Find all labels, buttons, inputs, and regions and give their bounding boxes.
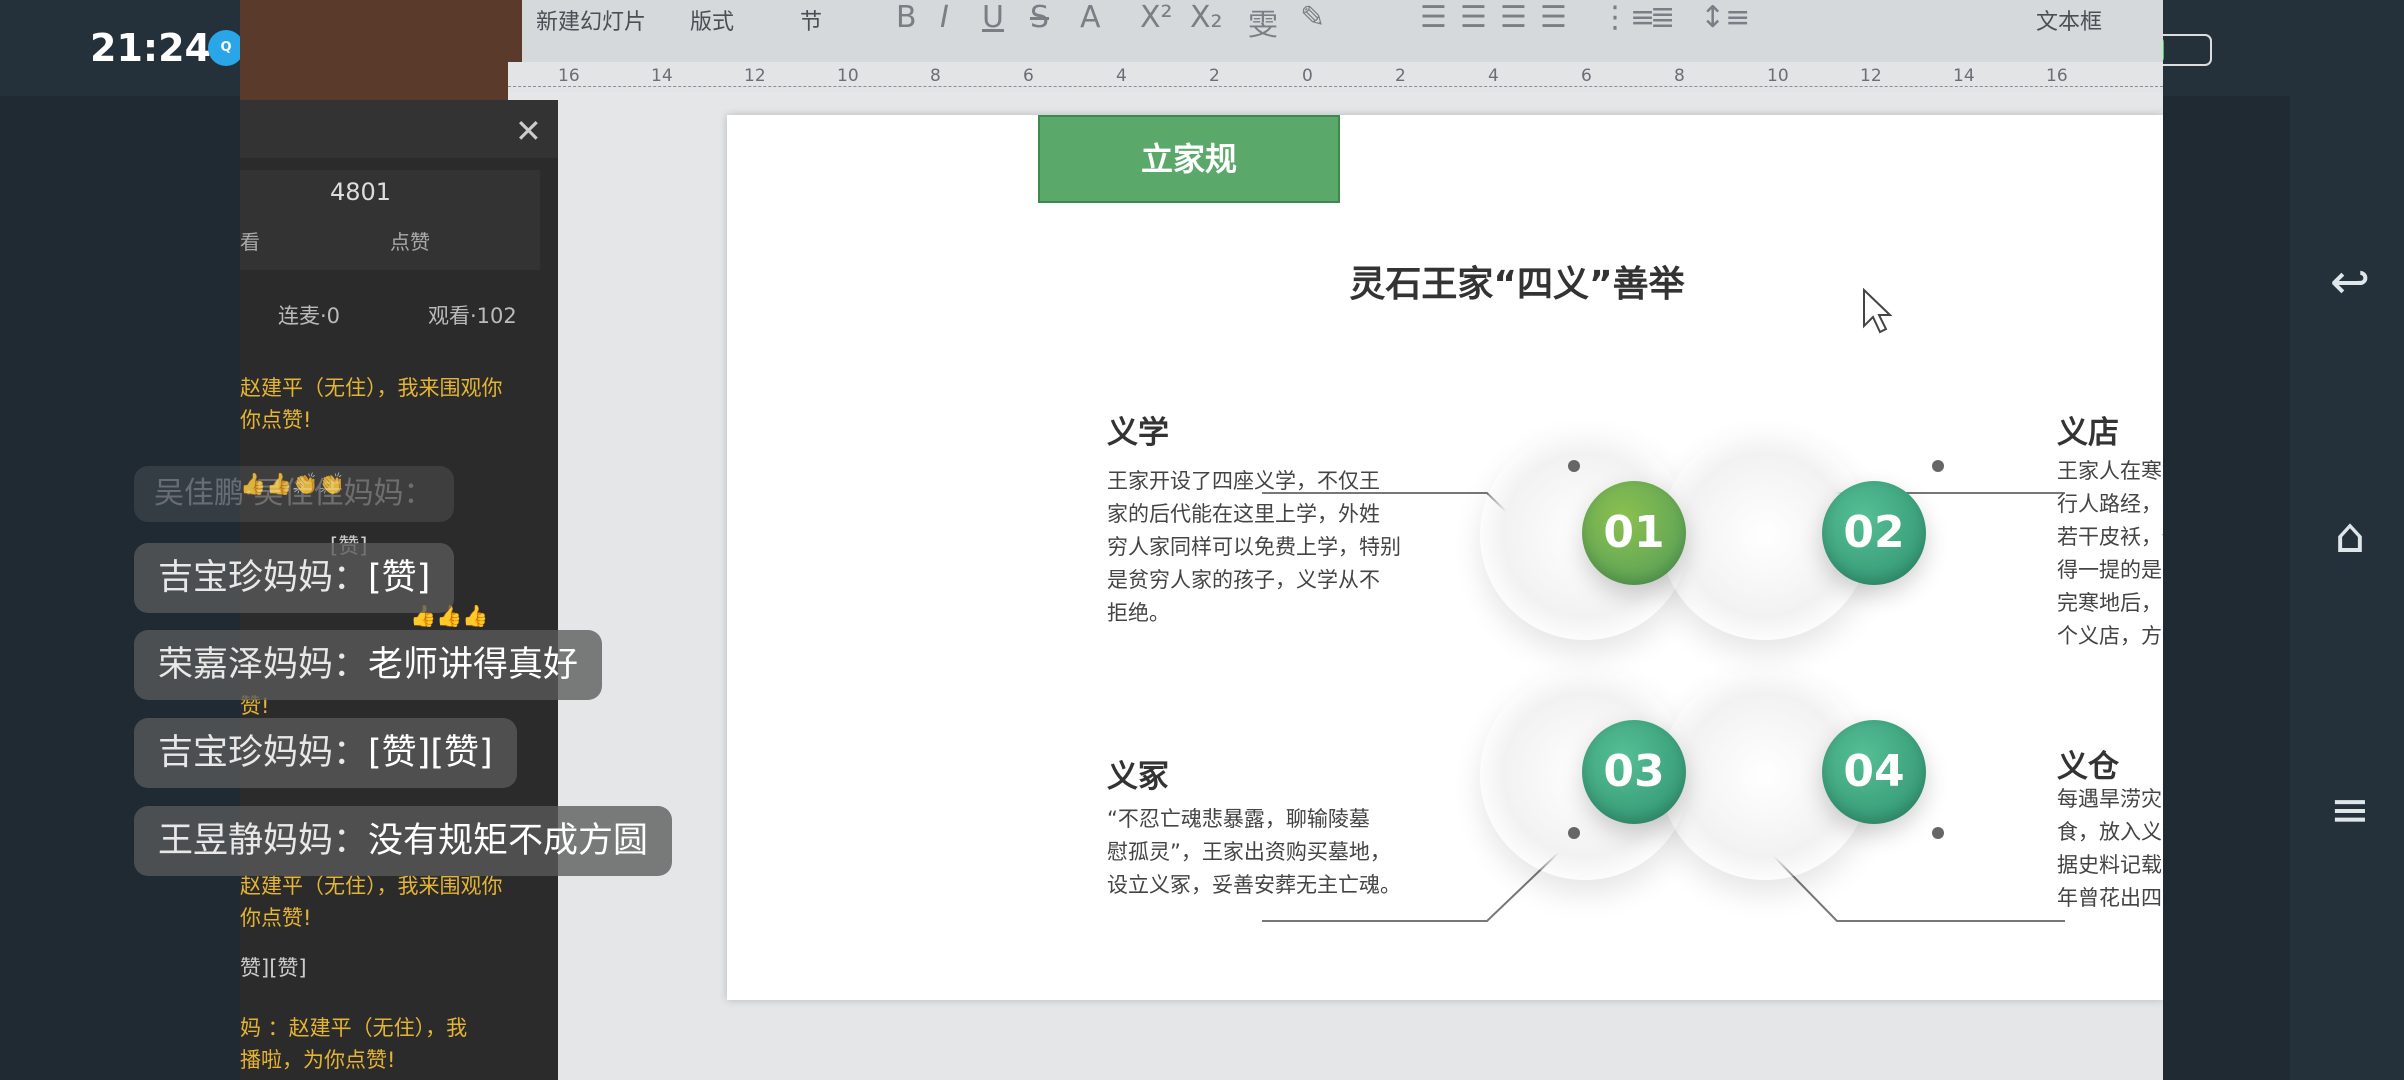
subscript-icon[interactable]: X₂ bbox=[1190, 0, 1223, 35]
likes-count: 4801 bbox=[330, 178, 392, 206]
numbered-list-icon[interactable]: ≣ bbox=[1650, 0, 1675, 35]
back-icon[interactable]: ↩ bbox=[2322, 254, 2378, 310]
align-right-icon[interactable]: ☰ bbox=[1500, 0, 1527, 35]
comment-text: 没有规矩不成方圆 bbox=[368, 821, 649, 861]
connector-dot bbox=[1568, 827, 1580, 839]
commenter-name: 王昱静妈妈： bbox=[158, 821, 369, 861]
textbox-button[interactable]: 文本框 bbox=[2036, 4, 2102, 36]
ruler-tick: 0 bbox=[1302, 66, 1313, 86]
ruler-tick: 10 bbox=[1767, 66, 1789, 86]
section-body-yixue: 王家开设了四座义学，不仅王 家的后代能在这里上学，外姓 穷人家同样可以免费上学，… bbox=[1107, 469, 1401, 625]
justify-icon[interactable]: ☰ bbox=[1540, 0, 1567, 35]
chat-message: 妈 ：赵建平（无住），我 播啦，为你点赞! bbox=[240, 1016, 468, 1072]
highlight-icon[interactable]: ✎ bbox=[1300, 0, 1325, 35]
phonetic-icon[interactable]: 雯 bbox=[1248, 0, 1278, 44]
ruler-tick: 12 bbox=[744, 66, 766, 86]
align-left-icon[interactable]: ☰ bbox=[1420, 0, 1447, 35]
line-spacing-icon[interactable]: ↕≡ bbox=[1700, 0, 1750, 35]
font-color-icon[interactable]: A bbox=[1080, 0, 1101, 35]
ruler-tick: 6 bbox=[1581, 66, 1592, 86]
menu-icon[interactable]: ≡ bbox=[2322, 782, 2378, 838]
qq-icon: Q bbox=[208, 30, 244, 66]
section-button[interactable]: 节 bbox=[800, 4, 822, 36]
ruler-tick: 14 bbox=[651, 66, 673, 86]
ruler-tick: 8 bbox=[930, 66, 941, 86]
section-heading-yicang: 义仓 bbox=[2057, 749, 2119, 785]
superscript-icon[interactable]: X² bbox=[1140, 0, 1173, 35]
ribbon-toolbar: 新建幻灯片 版式 节 B I U S A X² X₂ 雯 ✎ ☰ ☰ ☰ ☰ ⋮… bbox=[240, 0, 2163, 62]
slide[interactable]: 立家规 灵石王家“四义”善举 01 02 03 04 义学 王家开设了四座义学，… bbox=[727, 115, 2163, 1000]
bold-icon[interactable]: B bbox=[896, 0, 917, 35]
mouse-cursor bbox=[1862, 287, 1893, 338]
ruler-tick: 2 bbox=[1395, 66, 1406, 86]
comment-text: [赞] bbox=[368, 558, 431, 598]
chat-message: 赞][赞] bbox=[240, 956, 307, 980]
ruler-tick: 14 bbox=[1953, 66, 1975, 86]
section-body-yicang: 每遇旱涝灾荒年月，王家就花钱买 食，放入义仓，免费给受灾百姓发 据史料记载，王氏… bbox=[2057, 787, 2163, 910]
chat-message: 赵建平（无住），我来围观你 你点赞! bbox=[240, 874, 503, 930]
overlay-comment: 吉宝珍妈妈：[赞] bbox=[134, 543, 455, 613]
likes-label: 点赞 bbox=[390, 230, 430, 254]
ruler-tick: 16 bbox=[2046, 66, 2068, 86]
section-heading-yidian: 义店 bbox=[2057, 415, 2119, 451]
ruler-tick: 4 bbox=[1488, 66, 1499, 86]
chat-header bbox=[240, 100, 558, 158]
layout-button[interactable]: 版式 bbox=[690, 4, 734, 36]
bullet-list-icon[interactable]: ⋮≡ bbox=[1600, 0, 1655, 35]
section-heading-yizhong: 义冢 bbox=[1107, 759, 1169, 795]
viewer-count[interactable]: 观看·102 bbox=[428, 300, 517, 330]
strikethrough-icon[interactable]: S bbox=[1030, 0, 1049, 35]
section-body-yizhong: “不忍亡魂悲暴露，聊输陵墓 慰孤灵”，王家出资购买墓地， 设立义冢，妥善安葬无主… bbox=[1107, 807, 1401, 897]
faded-comment: 吴佳鹏·吴佳佳妈妈： bbox=[134, 466, 454, 522]
connector-dot bbox=[1568, 460, 1580, 472]
overlay-comment: 王昱静妈妈：没有规矩不成方圆 bbox=[134, 806, 673, 876]
camera-thumbnail bbox=[240, 0, 522, 100]
italic-icon[interactable]: I bbox=[940, 0, 949, 35]
stat-label-partial: 看 bbox=[240, 230, 260, 254]
overlay-comment: 吉宝珍妈妈：[赞][赞] bbox=[134, 718, 517, 788]
ruler-tick: 2 bbox=[1209, 66, 1220, 86]
ruler-tick: 8 bbox=[1674, 66, 1685, 86]
connector-dot bbox=[1932, 827, 1944, 839]
close-icon[interactable]: ✕ bbox=[515, 112, 542, 150]
ruler-tick: 4 bbox=[1116, 66, 1127, 86]
ruler-tick: 10 bbox=[837, 66, 859, 86]
comment-text: 老师讲得真好 bbox=[368, 645, 579, 685]
ruler-tick: 6 bbox=[1023, 66, 1034, 86]
new-slide-button[interactable]: 新建幻灯片 bbox=[536, 4, 646, 36]
connector-dot bbox=[1932, 460, 1944, 472]
underline-icon[interactable]: U bbox=[982, 0, 1004, 35]
home-icon[interactable]: ⌂ bbox=[2322, 508, 2378, 564]
commenter-name: 荣嘉泽妈妈： bbox=[158, 645, 369, 685]
ruler-tick: 16 bbox=[558, 66, 580, 86]
number-circle-01: 01 bbox=[1582, 481, 1686, 585]
align-center-icon[interactable]: ☰ bbox=[1460, 0, 1487, 35]
status-clock: 21:24 bbox=[90, 26, 211, 70]
mic-link-count[interactable]: 连麦·0 bbox=[278, 300, 340, 330]
commenter-name: 吉宝珍妈妈： bbox=[158, 733, 369, 773]
chat-message: 赵建平（无住），我来围观你 你点赞! bbox=[240, 376, 503, 432]
section-body-yidian: 王家人在寒地两头各开设一个义店， 行人路经，有茶饭免费提供，并备 若干皮袄，供行… bbox=[2057, 459, 2163, 648]
number-circle-03: 03 bbox=[1582, 720, 1686, 824]
number-circle-04: 04 bbox=[1822, 720, 1926, 824]
number-circle-02: 02 bbox=[1822, 481, 1926, 585]
ruler-tick: 12 bbox=[1860, 66, 1882, 86]
overlay-comment: 荣嘉泽妈妈：老师讲得真好 bbox=[134, 630, 603, 700]
horizontal-ruler: 16 14 12 10 8 6 4 2 0 2 4 6 8 10 12 14 16 bbox=[508, 62, 2163, 93]
section-heading-yixue: 义学 bbox=[1107, 415, 1169, 451]
commenter-name: 吉宝珍妈妈： bbox=[158, 558, 369, 598]
connector-lines bbox=[1262, 492, 2065, 922]
comment-text: [赞][赞] bbox=[368, 733, 493, 773]
